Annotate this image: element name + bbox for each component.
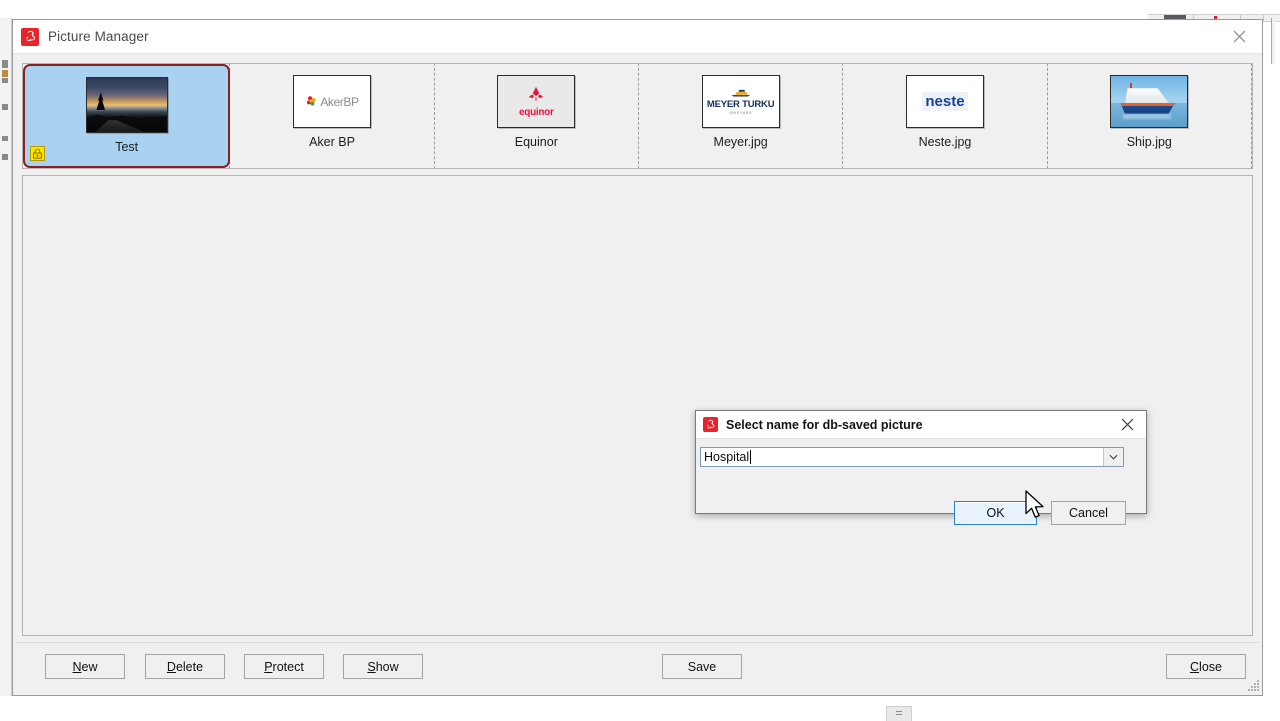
thumbnail-tile-test[interactable]: Test: [23, 64, 230, 168]
cancel-button[interactable]: Cancel: [1051, 501, 1126, 525]
picture-name-value: Hospital: [704, 450, 749, 464]
thumbnail-image-meyer: MEYER TURKU SHIPYARD: [702, 75, 780, 128]
resize-grip[interactable]: [1247, 680, 1260, 693]
show-button-label: Show: [367, 660, 398, 674]
picture-name-combobox[interactable]: Hospital: [700, 447, 1124, 467]
bottom-toolbar: New Delete Protect Show Save Close: [13, 643, 1262, 695]
show-button[interactable]: Show: [343, 654, 423, 679]
thumbnail-image-equinor: equinor: [497, 75, 575, 128]
chevron-down-icon[interactable]: [1103, 448, 1123, 466]
thumbnail-strip: Test: [22, 63, 1253, 169]
window-title: Picture Manager: [48, 29, 149, 44]
thumbnail-image-neste: neste: [906, 75, 984, 128]
picture-canvas-area[interactable]: [22, 175, 1253, 636]
delete-button[interactable]: Delete: [145, 654, 225, 679]
close-icon[interactable]: [1216, 20, 1262, 53]
ok-button-label: OK: [986, 506, 1004, 520]
picture-name-input[interactable]: Hospital: [701, 448, 1103, 466]
close-button-label: Close: [1190, 660, 1222, 674]
thumbnail-label: Equinor: [515, 135, 558, 149]
meyer-logo-text: MEYER TURKU: [707, 99, 774, 110]
select-name-dialog: Select name for db-saved picture Hospita…: [695, 410, 1147, 514]
recycle-spiral-icon: [21, 28, 39, 46]
save-button[interactable]: Save: [662, 654, 742, 679]
protect-button-label: Protect: [264, 660, 304, 674]
save-button-label: Save: [688, 660, 717, 674]
new-button[interactable]: New: [45, 654, 125, 679]
thumbnail-tile-aker-bp[interactable]: AkerBP Aker BP: [229, 63, 434, 169]
neste-logo-text: neste: [922, 92, 967, 111]
window-titlebar[interactable]: Picture Manager: [13, 20, 1262, 54]
delete-button-label: Delete: [167, 660, 203, 674]
thumbnail-image-ship: [1110, 75, 1188, 128]
protect-button[interactable]: Protect: [244, 654, 324, 679]
akerbp-logo-text: AkerBP: [320, 95, 358, 109]
dialog-titlebar[interactable]: Select name for db-saved picture: [696, 411, 1146, 439]
thumbnail-label: Ship.jpg: [1127, 135, 1172, 149]
thumbnail-tile-ship[interactable]: Ship.jpg: [1047, 63, 1252, 169]
background-window-left-sliver: [0, 18, 12, 696]
close-button[interactable]: Close: [1166, 654, 1246, 679]
background-window-bottom-tab: [886, 706, 912, 721]
background-window-right-edge: [1271, 18, 1275, 64]
close-icon[interactable]: [1108, 411, 1146, 438]
new-button-label: New: [72, 660, 97, 674]
thumbnail-tile-equinor[interactable]: equinor Equinor: [434, 63, 639, 169]
thumbnail-label: Meyer.jpg: [714, 135, 768, 149]
desktop-background: Picture Manager Test: [0, 0, 1280, 720]
equinor-star-icon: [526, 86, 546, 106]
picture-manager-window: Picture Manager Test: [12, 19, 1263, 696]
thumbnail-label: Aker BP: [309, 135, 355, 149]
thumbnail-image-aker-bp: AkerBP: [293, 75, 371, 128]
thumbnail-tile-meyer[interactable]: MEYER TURKU SHIPYARD Meyer.jpg: [638, 63, 843, 169]
thumbnail-tile-neste[interactable]: neste Neste.jpg: [842, 63, 1047, 169]
meyer-logo-subtext: SHIPYARD: [729, 111, 752, 115]
thumbnail-label: Test: [115, 140, 138, 154]
thumbnail-image-test: [86, 77, 168, 133]
dialog-title: Select name for db-saved picture: [726, 418, 923, 432]
equinor-logo-text: equinor: [519, 107, 554, 118]
ok-button[interactable]: OK: [954, 501, 1037, 525]
meyer-ship-icon: [730, 89, 752, 97]
recycle-spiral-icon: [703, 417, 718, 432]
cancel-button-label: Cancel: [1069, 506, 1108, 520]
dialog-body: Hospital OK Cancel: [696, 439, 1146, 513]
akerbp-flower-icon: [305, 95, 318, 108]
padlock-icon: [30, 146, 45, 161]
text-caret: [750, 450, 751, 464]
thumbnail-label: Neste.jpg: [919, 135, 972, 149]
